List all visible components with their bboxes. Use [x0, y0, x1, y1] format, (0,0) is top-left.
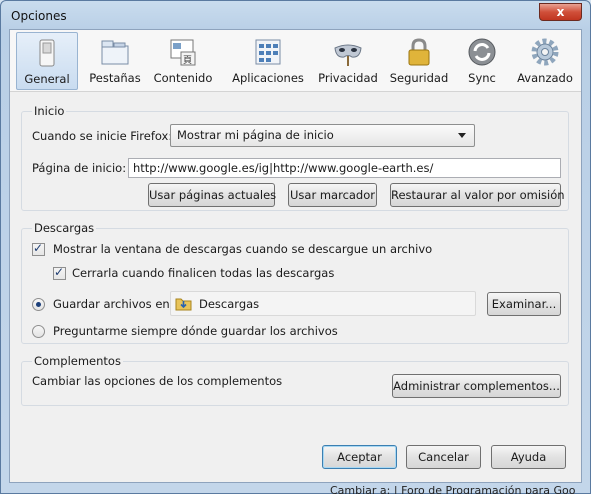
homepage-input[interactable]: http://www.google.es/ig|http://www.googl… — [128, 158, 561, 178]
browse-button[interactable]: Examinar... — [487, 292, 561, 316]
options-toolbar: General Pestañas 頁 Contenido Aplicacione… — [10, 30, 581, 92]
tab-general[interactable]: General — [16, 32, 78, 90]
window-title: Opciones — [11, 9, 67, 23]
svg-text:頁: 頁 — [183, 55, 192, 66]
tab-label: Sync — [468, 71, 496, 85]
tab-avanzado[interactable]: Avanzado — [512, 32, 578, 90]
tab-label: Avanzado — [517, 71, 573, 85]
group-title: Descargas — [32, 221, 97, 235]
use-bookmark-button[interactable]: Usar marcador — [288, 183, 377, 207]
ask-location-radio[interactable] — [32, 325, 45, 338]
gear-icon — [531, 38, 559, 66]
startup-select-value: Mostrar mi página de inicio — [177, 128, 334, 142]
tabs-icon — [101, 40, 129, 65]
close-when-done-checkbox[interactable]: ✓ — [53, 265, 66, 280]
homepage-label: Página de inicio: — [32, 161, 127, 175]
dropdown-arrow-icon — [458, 133, 466, 138]
group-title: Complementos — [32, 354, 123, 368]
help-button[interactable]: Ayuda — [491, 445, 566, 469]
tab-label: Aplicaciones — [232, 71, 304, 85]
radio-dot — [36, 302, 41, 307]
ok-button[interactable]: Aceptar — [322, 445, 397, 469]
dialog-window: Opciones x General Pestañas 頁 Contenido … — [0, 0, 591, 494]
tab-aplicaciones[interactable]: Aplicaciones — [228, 32, 308, 90]
tab-label: Seguridad — [389, 71, 449, 85]
addons-group: Complementos Cambiar las opciones de los… — [21, 354, 569, 406]
title-bar[interactable]: Opciones x — [1, 1, 590, 31]
padlock-icon — [408, 38, 430, 66]
checkmark-icon: ✓ — [54, 265, 65, 279]
tab-label: Contenido — [153, 71, 213, 85]
content-icon: 頁 — [170, 39, 196, 66]
download-folder-field: Descargas — [170, 291, 476, 316]
tab-privacidad[interactable]: Privacidad — [314, 32, 382, 90]
addons-description: Cambiar las opciones de los complementos — [32, 374, 283, 388]
startup-select[interactable]: Mostrar mi página de inicio — [170, 124, 475, 147]
startup-group: Inicio Cuando se inicie Firefox: Mostrar… — [21, 104, 569, 211]
checkmark-icon: ✓ — [33, 241, 44, 255]
close-when-done-label[interactable]: Cerrarla cuando finalicen todas las desc… — [72, 266, 334, 280]
restore-default-button[interactable]: Restaurar al valor por omisión — [390, 183, 565, 207]
switch-icon — [39, 39, 55, 67]
startup-label: Cuando se inicie Firefox: — [32, 129, 173, 143]
tab-label: Privacidad — [318, 71, 378, 85]
background-page-text: Cambiar a: | Foro de Programación para G… — [330, 484, 576, 494]
use-current-pages-button[interactable]: Usar páginas actuales — [148, 183, 276, 207]
folder-download-icon — [175, 298, 192, 311]
tab-label: General — [24, 72, 70, 86]
applications-icon — [255, 39, 281, 65]
mask-icon — [334, 44, 362, 66]
manage-addons-button[interactable]: Administrar complementos... — [392, 374, 561, 398]
close-button[interactable]: x — [539, 3, 582, 21]
show-downloads-checkbox[interactable]: ✓ — [32, 241, 45, 256]
tab-label: Pestañas — [89, 71, 141, 85]
ask-location-label[interactable]: Preguntarme siempre dónde guardar los ar… — [53, 324, 338, 338]
tab-pestanas[interactable]: Pestañas — [82, 32, 148, 90]
tab-seguridad[interactable]: Seguridad — [386, 32, 452, 90]
tab-contenido[interactable]: 頁 Contenido — [150, 32, 216, 90]
dialog-client-area: General Pestañas 頁 Contenido Aplicacione… — [9, 29, 582, 483]
sync-icon — [468, 38, 496, 66]
save-to-radio[interactable] — [32, 298, 45, 311]
downloads-group: Descargas ✓ Mostrar la ventana de descar… — [21, 221, 569, 344]
save-to-label[interactable]: Guardar archivos en — [53, 297, 170, 311]
tab-sync[interactable]: Sync — [458, 32, 506, 90]
group-title: Inicio — [32, 104, 67, 118]
show-downloads-label[interactable]: Mostrar la ventana de descargas cuando s… — [53, 242, 432, 256]
cancel-button[interactable]: Cancelar — [406, 445, 481, 469]
download-folder-name: Descargas — [199, 297, 260, 311]
